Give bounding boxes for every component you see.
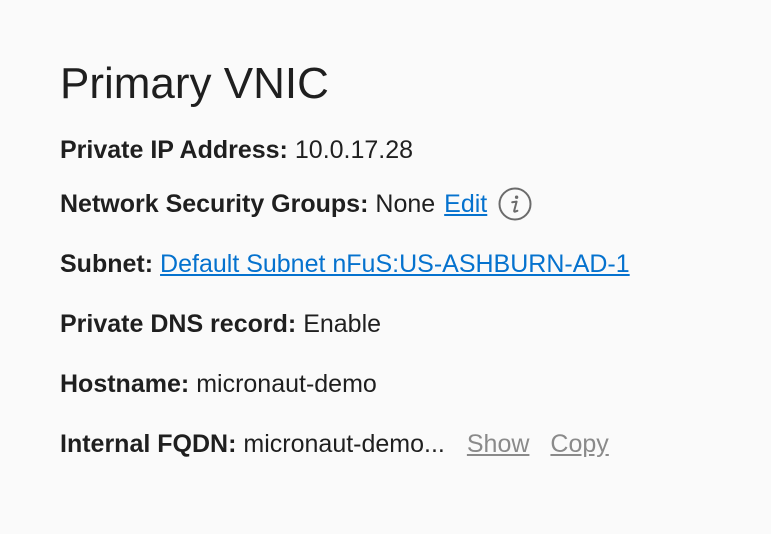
dns-label: Private DNS record: — [60, 309, 297, 338]
hostname-label: Hostname: — [60, 369, 190, 398]
nsg-value: None — [375, 189, 436, 218]
nsg-label: Network Security Groups: — [60, 189, 369, 218]
private-ip-value: 10.0.17.28 — [294, 136, 414, 164]
network-security-groups-row: Network Security Groups: None Edit — [60, 174, 771, 234]
info-icon[interactable] — [498, 187, 532, 221]
fqdn-show-link[interactable]: Show — [467, 430, 530, 459]
hostname-row: Hostname: micronaut-demo — [60, 354, 771, 414]
private-ip-row: Private IP Address: 10.0.17.28 — [60, 136, 771, 174]
fqdn-copy-link[interactable]: Copy — [550, 430, 608, 459]
primary-vnic-panel: Primary VNIC Private IP Address: 10.0.17… — [0, 0, 771, 534]
hostname-value: micronaut-demo — [196, 369, 377, 398]
subnet-link[interactable]: Default Subnet nFuS:US-ASHBURN-AD-1 — [160, 250, 630, 279]
internal-fqdn-row: Internal FQDN: micronaut-demo... Show Co… — [60, 414, 771, 474]
private-dns-row: Private DNS record: Enable — [60, 294, 771, 354]
vnic-details-list: Private IP Address: 10.0.17.28 Network S… — [60, 136, 771, 474]
section-title: Primary VNIC — [60, 59, 329, 108]
subnet-row: Subnet: Default Subnet nFuS:US-ASHBURN-A… — [60, 234, 771, 294]
fqdn-label: Internal FQDN: — [60, 429, 237, 458]
subnet-label: Subnet: — [60, 249, 154, 278]
nsg-edit-link[interactable]: Edit — [444, 190, 487, 219]
dns-value: Enable — [303, 309, 382, 338]
private-ip-label: Private IP Address: — [60, 136, 288, 164]
fqdn-value: micronaut-demo... — [243, 429, 445, 458]
